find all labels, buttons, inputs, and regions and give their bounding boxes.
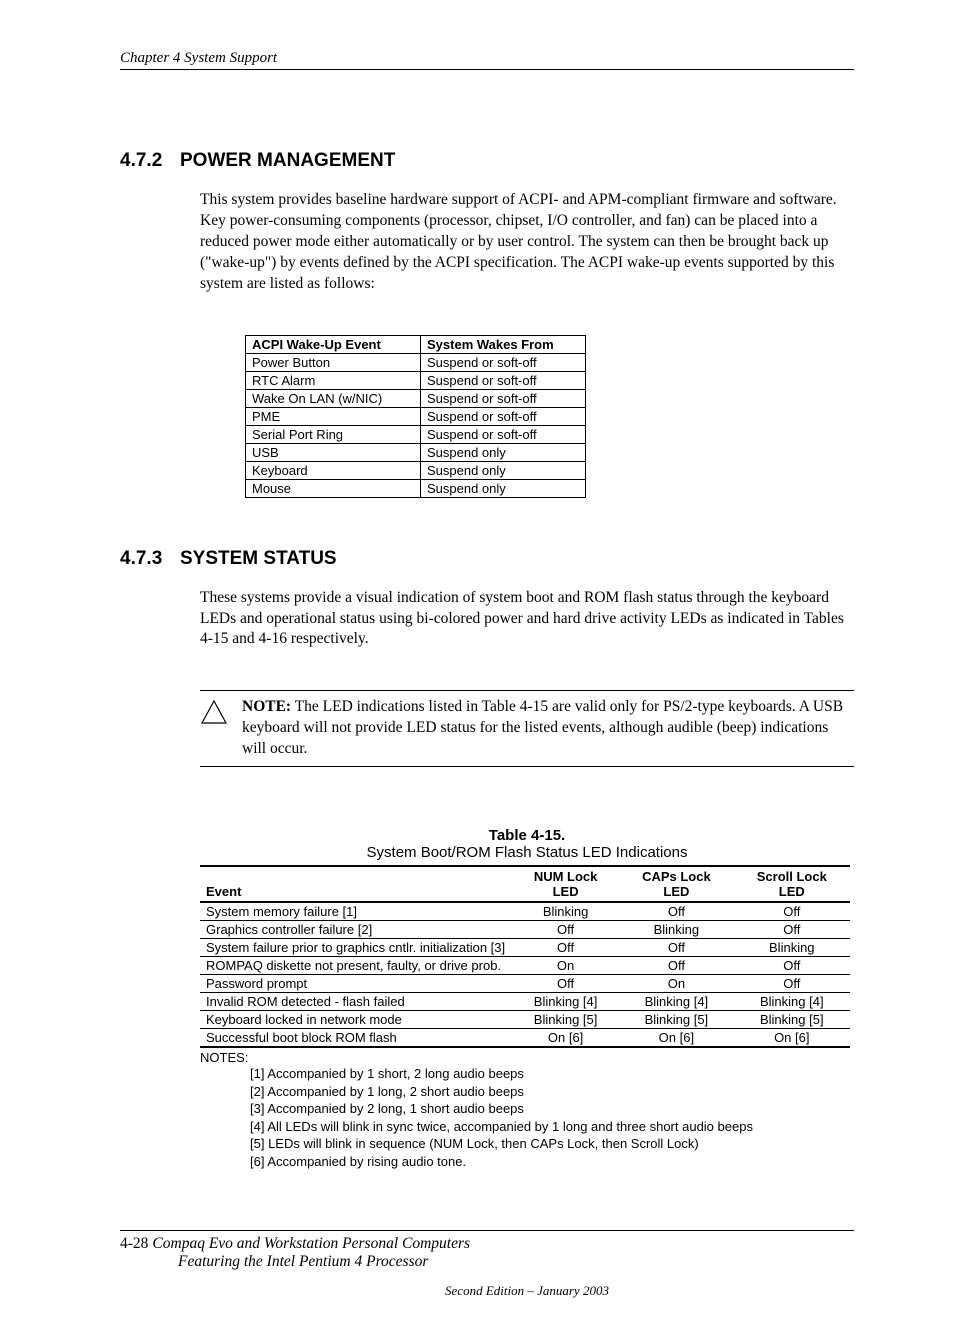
table-row: MouseSuspend only <box>246 479 586 497</box>
table-row: Password promptOffOnOff <box>200 975 850 993</box>
edition-text: Second Edition – January 2003 <box>200 1283 854 1299</box>
table-row: System memory failure [1]BlinkingOffOff <box>200 902 850 921</box>
section-body-power: This system provides baseline hardware s… <box>200 190 854 295</box>
table-row: RTC AlarmSuspend or soft-off <box>246 371 586 389</box>
section-body-status: These systems provide a visual indicatio… <box>200 588 854 651</box>
table-row: System failure prior to graphics cntlr. … <box>200 939 850 957</box>
table-row: Invalid ROM detected - flash failedBlink… <box>200 993 850 1011</box>
led-header-caps: CAPs LockLED <box>619 866 733 902</box>
note-item: [2] Accompanied by 1 long, 2 short audio… <box>250 1083 854 1101</box>
led-table: Event NUM LockLED CAPs LockLED Scroll Lo… <box>200 865 850 1048</box>
warning-triangle-icon <box>200 697 242 760</box>
wake-header-from: System Wakes From <box>421 335 586 353</box>
table-row: ROMPAQ diskette not present, faulty, or … <box>200 957 850 975</box>
table-row: Power ButtonSuspend or soft-off <box>246 353 586 371</box>
notes-list: [1] Accompanied by 1 short, 2 long audio… <box>250 1065 854 1170</box>
led-header-scroll: Scroll LockLED <box>734 866 850 902</box>
table-row: Serial Port RingSuspend or soft-off <box>246 425 586 443</box>
section-heading-status: 4.7.3 SYSTEM STATUS <box>120 548 854 570</box>
chapter-header: Chapter 4 System Support <box>120 50 854 70</box>
page-number: 4-28 <box>120 1235 148 1253</box>
footer: 4-28 Compaq Evo and Workstation Personal… <box>120 1230 854 1253</box>
table-row: KeyboardSuspend only <box>246 461 586 479</box>
section-number: 4.7.2 <box>120 150 180 172</box>
section-title: SYSTEM STATUS <box>180 548 337 570</box>
section-heading-power: 4.7.2 POWER MANAGEMENT <box>120 150 854 172</box>
table-row: Wake On LAN (w/NIC)Suspend or soft-off <box>246 389 586 407</box>
led-header-num: NUM LockLED <box>512 866 619 902</box>
note-item: [5] LEDs will blink in sequence (NUM Loc… <box>250 1135 854 1153</box>
note-item: [1] Accompanied by 1 short, 2 long audio… <box>250 1065 854 1083</box>
wake-up-table: ACPI Wake-Up Event System Wakes From Pow… <box>245 335 586 498</box>
table-label: Table 4-15. <box>200 827 854 844</box>
table-row: Successful boot block ROM flashOn [6]On … <box>200 1029 850 1048</box>
note-item: [4] All LEDs will blink in sync twice, a… <box>250 1118 854 1136</box>
note-text: NOTE: The LED indications listed in Tabl… <box>242 697 854 760</box>
section-title: POWER MANAGEMENT <box>180 150 395 172</box>
led-header-event: Event <box>200 866 512 902</box>
table-row: Graphics controller failure [2]OffBlinki… <box>200 921 850 939</box>
note-box: NOTE: The LED indications listed in Tabl… <box>200 690 854 767</box>
wake-header-event: ACPI Wake-Up Event <box>246 335 421 353</box>
note-item: [6] Accompanied by rising audio tone. <box>250 1153 854 1171</box>
footer-title: Compaq Evo and Workstation Personal Comp… <box>152 1235 470 1253</box>
table-row: USBSuspend only <box>246 443 586 461</box>
table-subtitle: System Boot/ROM Flash Status LED Indicat… <box>200 844 854 861</box>
notes-label: NOTES: <box>200 1050 854 1065</box>
note-item: [3] Accompanied by 2 long, 1 short audio… <box>250 1100 854 1118</box>
table-row: PMESuspend or soft-off <box>246 407 586 425</box>
section-number: 4.7.3 <box>120 548 180 570</box>
table-row: Keyboard locked in network modeBlinking … <box>200 1011 850 1029</box>
footer-subtitle: Featuring the Intel Pentium 4 Processor <box>178 1253 854 1271</box>
